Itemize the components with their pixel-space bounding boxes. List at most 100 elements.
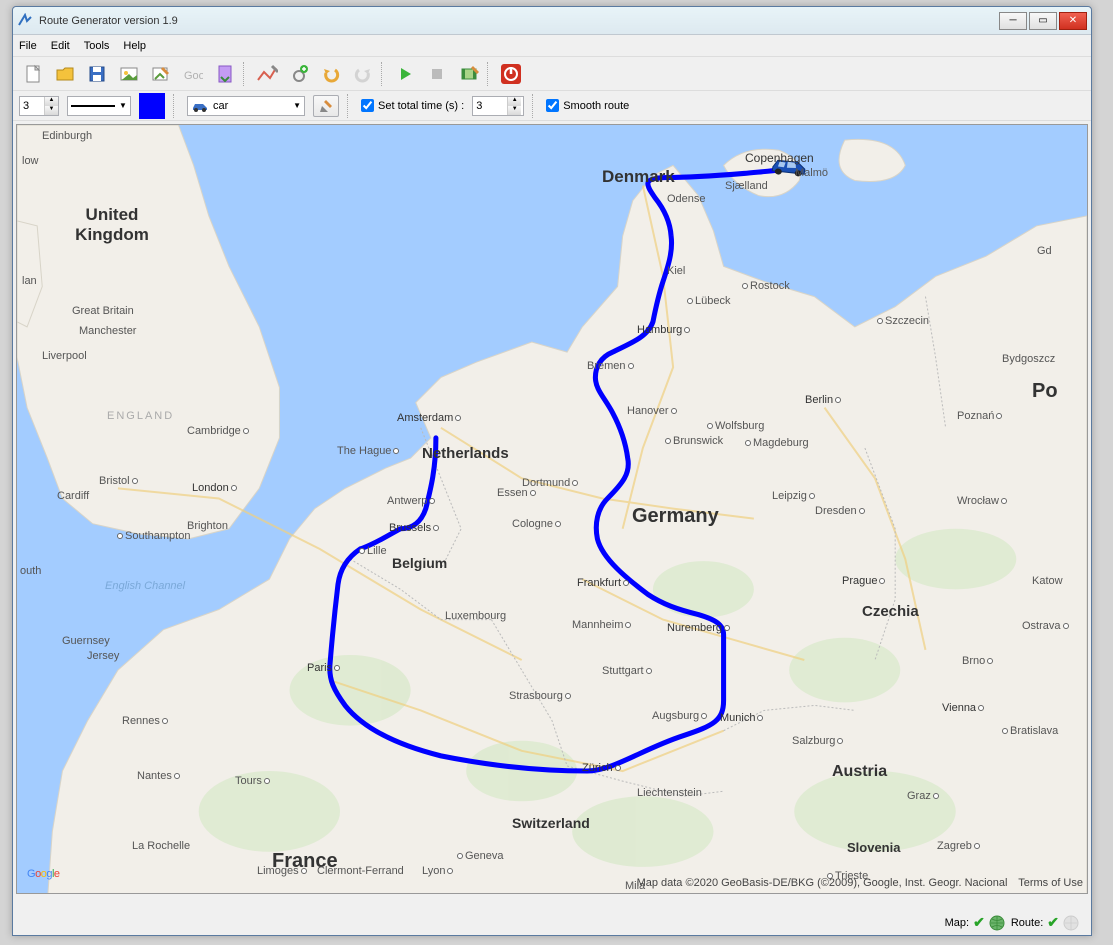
power-button[interactable] [497,60,525,88]
set-total-time-checkbox[interactable]: Set total time (s) : [361,99,464,112]
menubar: File Edit Tools Help [13,35,1091,57]
generate-movie-button[interactable] [455,60,483,88]
globe-icon[interactable] [1063,915,1079,931]
city-label: Stuttgart [602,665,652,677]
line-style-select[interactable]: ▼ [67,96,131,116]
google-maps-button[interactable]: Google [179,60,207,88]
city-label: Hamburg [637,322,690,336]
city-label: Brno [962,655,993,667]
menu-edit[interactable]: Edit [51,40,70,52]
city-label: Bremen [587,360,634,372]
minimize-button[interactable]: ─ [999,12,1027,30]
city-label: Bristol [99,475,138,487]
map-canvas[interactable]: Edinburgh low UnitedKingdom Great Britai… [16,124,1088,894]
city-label: Dresden [815,505,865,517]
city-label: Prague [842,573,885,587]
redo-button[interactable] [349,60,377,88]
menu-help[interactable]: Help [123,40,146,52]
globe-icon[interactable] [989,915,1005,931]
close-button[interactable]: ✕ [1059,12,1087,30]
check-icon: ✔ [1047,914,1059,931]
city-label: Bratislava [1002,725,1058,737]
city-label: Kiel [667,265,685,277]
city-label: Lille [359,545,387,557]
toolbar-separator [487,62,493,86]
city-label: Graz [907,790,939,802]
options-toolbar: ▲▼ ▼ car ▼ Set total time (s) : ▲▼ Smoot… [13,91,1091,121]
undo-button[interactable] [317,60,345,88]
edit-image-button[interactable] [147,60,175,88]
city-label: Hanover [627,405,677,417]
menu-tools[interactable]: Tools [84,40,110,52]
city-label: Gd [1037,245,1052,257]
country-label: Austria [832,763,887,781]
city-label: Nantes [137,770,180,782]
status-map-label: Map: [945,917,969,929]
city-label: Brussels [389,520,439,534]
region-label: Great Britain [72,305,134,317]
city-label: Malmö [795,167,828,179]
city-label: Rennes [122,715,168,727]
line-width-spinner[interactable]: ▲▼ [19,96,59,116]
city-label: Ostrava [1022,620,1069,632]
draw-route-button[interactable] [253,60,281,88]
city-label: Mannheim [572,619,631,631]
city-label: Poznań [957,410,1002,422]
app-window: Route Generator version 1.9 ─ ▭ ✕ File E… [12,6,1092,936]
maximize-button[interactable]: ▭ [1029,12,1057,30]
city-label: Southampton [117,530,190,542]
window-title: Route Generator version 1.9 [39,15,178,27]
car-icon [191,100,209,112]
play-button[interactable] [391,60,419,88]
country-label: Netherlands [422,445,509,462]
region-label: low [22,155,39,167]
city-label: Copenhagen [745,151,814,165]
country-label: Po [1032,380,1058,403]
total-time-input[interactable] [473,100,507,112]
save-button[interactable] [83,60,111,88]
add-point-button[interactable] [285,60,313,88]
toolbar-separator [243,62,249,86]
status-route-label: Route: [1011,917,1043,929]
titlebar[interactable]: Route Generator version 1.9 ─ ▭ ✕ [13,7,1091,35]
terms-link[interactable]: Terms of Use [1018,877,1083,889]
country-label: Denmark [602,167,675,187]
line-width-input[interactable] [20,100,44,112]
city-label: The Hague [337,445,399,457]
city-label: Lyon [422,865,453,877]
region-label: Jersey [87,650,119,662]
water-label: English Channel [105,580,185,592]
city-label: Lübeck [687,295,730,307]
new-button[interactable] [19,60,47,88]
route-color-button[interactable] [139,93,165,119]
app-icon [17,13,33,29]
city-label: Vienna [942,700,984,714]
city-label: La Rochelle [132,840,190,852]
country-label: Germany [632,505,719,528]
city-label: Amsterdam [397,410,461,424]
edit-vehicle-button[interactable] [313,95,339,117]
menu-file[interactable]: File [19,40,37,52]
city-label: Limoges [257,865,307,877]
city-label: Geneva [457,850,504,862]
toolbar-separator [347,94,353,118]
city-label: Odense [667,193,706,205]
country-label: Slovenia [847,840,900,855]
city-label: Manchester [79,325,136,337]
stop-button[interactable] [423,60,451,88]
city-label: Edinburgh [42,130,92,142]
city-label: Katow [1032,575,1063,587]
country-label: Luxembourg [445,610,506,622]
vehicle-select[interactable]: car ▼ [187,96,305,116]
smooth-route-checkbox[interactable]: Smooth route [546,99,629,112]
import-image-button[interactable] [115,60,143,88]
city-label: Leipzig [772,490,815,502]
city-label: Szczecin [877,315,929,327]
city-label: Salzburg [792,735,843,747]
check-icon: ✔ [973,914,985,931]
city-label: Frankfurt [577,575,629,589]
total-time-spinner[interactable]: ▲▼ [472,96,524,116]
open-button[interactable] [51,60,79,88]
city-label: London [192,480,237,494]
save-project-button[interactable] [211,60,239,88]
